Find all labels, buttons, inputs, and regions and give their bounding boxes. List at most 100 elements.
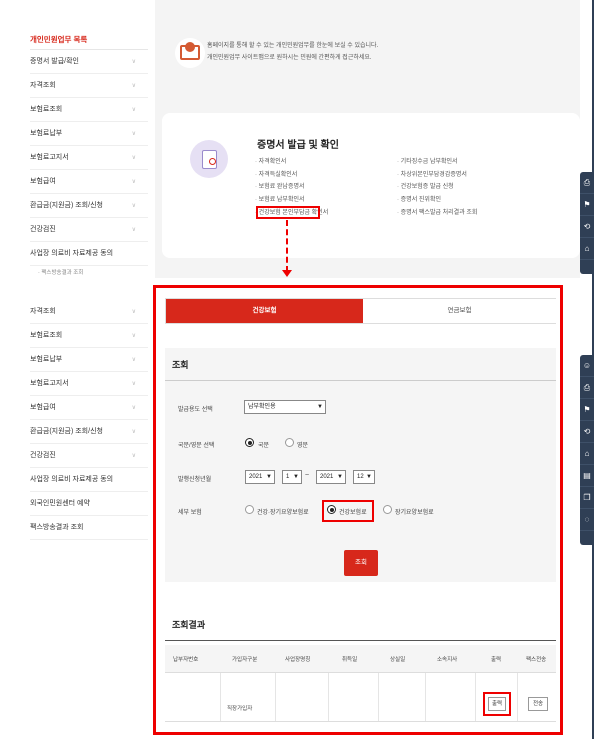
column-separator (220, 673, 221, 721)
cert-link[interactable]: 기타징수금 납부확인서 (397, 156, 477, 169)
cert-link[interactable]: 자격확인서 (255, 156, 328, 169)
sidebar-item-label: 환급금(지원금) 조회/신청 (30, 428, 103, 435)
sidebar-item-label: 증명서 발급/확인 (30, 58, 79, 65)
purpose-value: 납부확인용 (248, 404, 276, 410)
chevron-down-icon: ▼ (317, 404, 323, 410)
sidebar-item-label: 보험료고지서 (30, 154, 69, 161)
sidebar-item-medical-consent[interactable]: 사업장 의료비 자료제공 동의 (30, 242, 148, 266)
range-separator: ~ (305, 472, 310, 479)
sidebar-item-premium-notice[interactable]: 보험료고지서 ∨ (30, 372, 148, 396)
copy-icon[interactable]: ❐ (580, 487, 594, 509)
sidebar-item-foreigner-reservation[interactable]: 외국인민원센터 예약 (30, 492, 148, 516)
sidebar-item-refund[interactable]: 환급금(지원금) 조회/신청 ∨ (30, 420, 148, 444)
purpose-select[interactable]: 납부확인용 ▼ (244, 400, 326, 414)
language-label: 국문/영문 선택 (178, 443, 215, 449)
to-year-value: 2021 (320, 474, 334, 480)
column-separator (425, 673, 426, 721)
chevron-down-icon: ∨ (131, 381, 136, 387)
sidebar-item-label: 보험료납부 (30, 356, 63, 363)
chevron-down-icon: ∨ (131, 227, 136, 233)
cert-link[interactable]: 증명서 진위확인 (397, 194, 477, 207)
sidebar-item-benefits[interactable]: 보험급여 ∨ (30, 396, 148, 420)
sidebar-item-label: 보험료납부 (30, 130, 63, 137)
certificate-links-col-2: 기타징수금 납부확인서 차상위본인부담경감증명서 건강보험증 발급 신청 증명서… (397, 156, 478, 220)
fax-send-button[interactable]: 전송 (528, 697, 548, 711)
sidebar-item-benefits[interactable]: 보험급여 ∨ (30, 170, 148, 194)
sidebar-item-refund[interactable]: 환급금(지원금) 조회/신청 ∨ (30, 194, 148, 218)
radio-korean[interactable] (245, 438, 254, 447)
purpose-label: 발급용도 선택 (178, 407, 213, 413)
home-icon[interactable]: ⌂ (580, 238, 594, 260)
bookmark-icon[interactable]: ⚑ (580, 399, 594, 421)
sidebar-item-premium-notice[interactable]: 보험료고지서 ∨ (30, 146, 148, 170)
certificate-card-title: 증명서 발급 및 확인 (257, 140, 339, 151)
column-separator (378, 673, 379, 721)
divider (165, 380, 556, 381)
sidebar-item-medical-consent[interactable]: 사업장 의료비 자료제공 동의 (30, 468, 148, 492)
sidebar-subitem-fax-result[interactable]: · 팩스방송결과 조회 (30, 266, 148, 280)
search-button[interactable]: 조회 (344, 550, 378, 576)
sidebar-item-label: 환급금(지원금) 조회/신청 (30, 202, 103, 209)
document-icon[interactable]: ▤ (580, 465, 594, 487)
sidebar-item-premium-lookup[interactable]: 보험료조회 ∨ (30, 324, 148, 348)
sidebar-item-qualification[interactable]: 자격조회 ∨ (30, 74, 148, 98)
sidebar-item-premium-payment[interactable]: 보험료납부 ∨ (30, 348, 148, 372)
chevron-down-icon: ∨ (131, 429, 136, 435)
cert-link-payment-confirmation[interactable]: 보험료 납부확인서 (255, 194, 328, 207)
divider (165, 721, 556, 722)
sidebar-item-checkup[interactable]: 건강검진 ∨ (30, 218, 148, 242)
home-icon[interactable]: ⌂ (580, 443, 594, 465)
cert-link[interactable]: 건강보험증 발급 신청 (397, 181, 477, 194)
from-year-value: 2021 (249, 474, 263, 480)
cert-link[interactable]: 자격득실확인서 (255, 169, 328, 182)
sidebar-item-premium-payment[interactable]: 보험료납부 ∨ (30, 122, 148, 146)
sidebar-item-certificate[interactable]: 증명서 발급/확인 ∨ (30, 50, 148, 74)
printer-icon[interactable]: ⎙ (580, 172, 594, 194)
cert-link[interactable]: 보험료 완납증명서 (255, 181, 328, 194)
from-month-select[interactable]: 1 ▼ (282, 470, 302, 484)
query-section (165, 348, 556, 582)
col-header-member-type: 가입자구분 (232, 657, 258, 663)
column-separator (275, 673, 276, 721)
share-icon[interactable]: ⟲ (580, 216, 594, 238)
sidebar-nav: 개인민원업무 목록 증명서 발급/확인 ∨ 자격조회 ∨ 보험료조회 ∨ 보험료납부 ∨… (30, 30, 148, 280)
sidebar-item-label: 자격조회 (30, 82, 56, 89)
sidebar-item-premium-lookup[interactable]: 보험료조회 ∨ (30, 98, 148, 122)
user-icon[interactable]: ☺ (580, 355, 594, 377)
tab-pension-insurance[interactable]: 연금보험 (363, 299, 556, 323)
chat-icon[interactable]: ◌ (580, 509, 594, 531)
share-icon[interactable]: ⟲ (580, 421, 594, 443)
highlight-box (322, 500, 374, 522)
highlight-box (483, 692, 511, 716)
to-month-value: 12 (357, 474, 364, 480)
col-header-payer-no: 납부자번호 (173, 657, 199, 663)
cert-link[interactable]: 증명서 팩스발급 처리결과 조회 (397, 207, 478, 220)
detail-insurance-label: 세부 보험 (178, 510, 202, 516)
chevron-down-icon: ∨ (131, 203, 136, 209)
from-year-select[interactable]: 2021 ▼ (245, 470, 275, 484)
column-separator (475, 673, 476, 721)
to-year-select[interactable]: 2021 ▼ (316, 470, 346, 484)
chevron-down-icon: ∨ (131, 357, 136, 363)
sidebar-item-qualification[interactable]: 자격조회 ∨ (30, 300, 148, 324)
bookmark-icon[interactable]: ⚑ (580, 194, 594, 216)
period-label: 발행신청년월 (178, 477, 212, 483)
col-header-lost: 상실일 (390, 657, 406, 663)
radio-longterm-only[interactable] (383, 505, 392, 514)
col-header-fax: 팩스전송 (526, 657, 547, 663)
sidebar-item-checkup[interactable]: 건강검진 ∨ (30, 444, 148, 468)
sidebar-item-fax-result[interactable]: 팩스방송결과 조회 (30, 516, 148, 540)
cert-link[interactable]: 차상위본인부담경감증명서 (397, 169, 477, 182)
chevron-down-icon: ▼ (293, 474, 299, 480)
radio-english[interactable] (285, 438, 294, 447)
sidebar-item-label: 외국인민원센터 예약 (30, 500, 90, 507)
radio-health-longterm[interactable] (245, 505, 254, 514)
to-month-select[interactable]: 12 ▼ (353, 470, 375, 484)
sidebar-item-label: 건강검진 (30, 452, 56, 459)
chevron-down-icon: ∨ (131, 453, 136, 459)
chevron-down-icon: ∨ (131, 155, 136, 161)
printer-icon[interactable]: ⎙ (580, 377, 594, 399)
sidebar-item-label: 건강검진 (30, 226, 56, 233)
tab-health-insurance[interactable]: 건강보험 (166, 299, 363, 323)
query-title: 조회 (172, 360, 189, 370)
